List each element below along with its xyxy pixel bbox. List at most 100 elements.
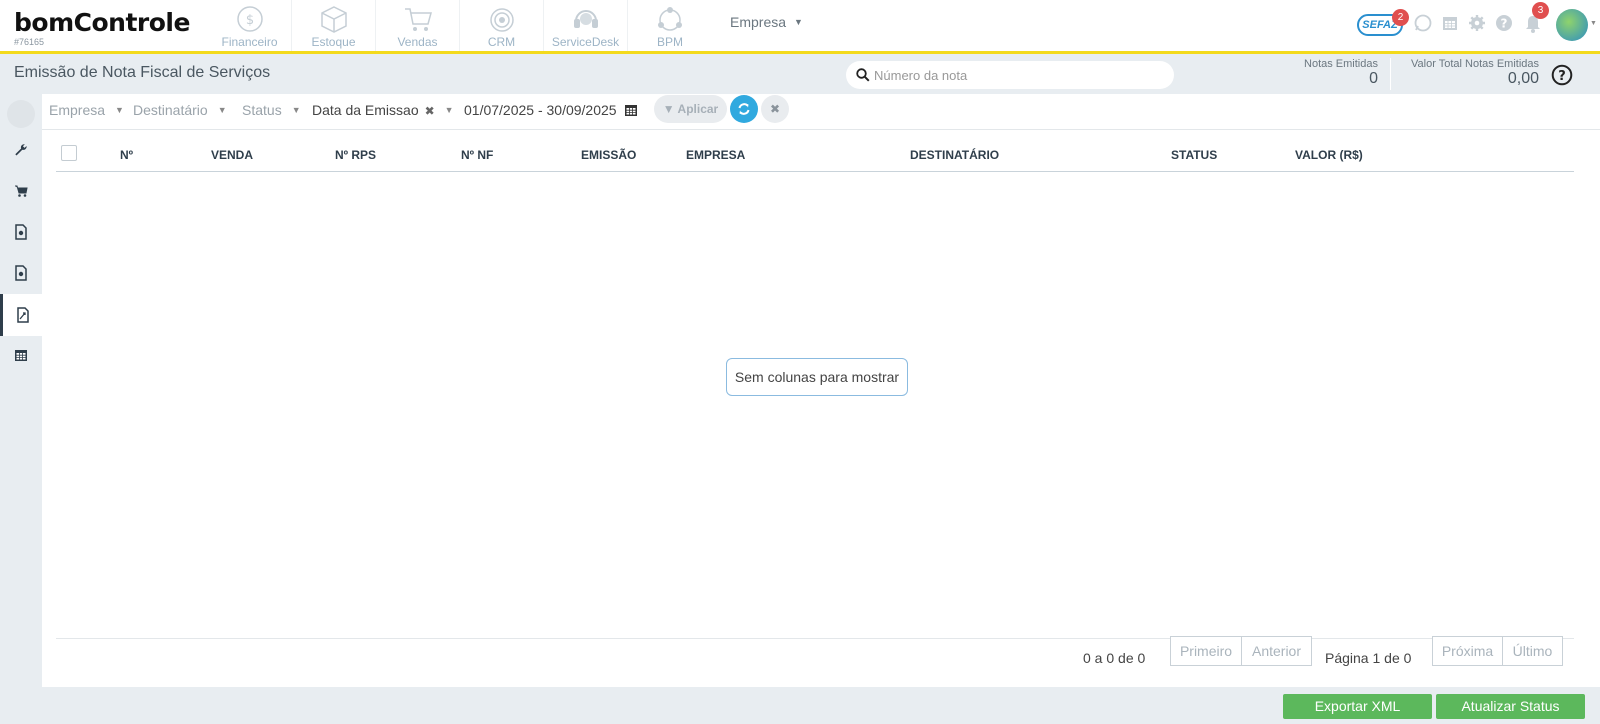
module-nav: $ Financeiro Estoque Vendas CRM ServiceD… bbox=[208, 0, 712, 51]
invoice-icon bbox=[15, 224, 27, 240]
target-icon bbox=[489, 8, 514, 32]
company-dropdown[interactable]: Empresa ▼ bbox=[730, 14, 803, 30]
filter-label: Destinatário bbox=[133, 102, 208, 118]
calendar-icon[interactable] bbox=[1441, 14, 1459, 32]
main-panel: Empresa ▼ Destinatário ▼ Status ▼ Data da E… bbox=[42, 94, 1600, 687]
invoice-icon bbox=[15, 265, 27, 281]
cart-icon bbox=[15, 185, 28, 197]
help-circle-icon[interactable]: ? bbox=[1495, 14, 1513, 32]
caret-down-icon[interactable]: ▼ bbox=[1590, 20, 1597, 27]
column-header-nf[interactable]: Nº NF bbox=[461, 148, 493, 162]
user-avatar[interactable] bbox=[1556, 9, 1588, 41]
stat-value: 0 bbox=[1369, 70, 1378, 87]
select-all-checkbox[interactable] bbox=[61, 145, 77, 161]
column-header-venda[interactable]: VENDA bbox=[211, 148, 253, 162]
left-sidebar bbox=[0, 94, 42, 724]
column-header-destinatario[interactable]: DESTINATÁRIO bbox=[910, 148, 999, 162]
sidebar-item-settings[interactable] bbox=[0, 129, 42, 171]
headset-icon bbox=[573, 10, 598, 28]
column-header-empresa[interactable]: EMPRESA bbox=[686, 148, 745, 162]
whatsapp-icon[interactable] bbox=[1414, 14, 1432, 32]
table-header: Nº VENDA Nº RPS Nº NF EMISSÃO EMPRESA DE… bbox=[56, 134, 1574, 172]
stat-label: Notas Emitidas bbox=[1304, 58, 1378, 70]
clear-filters-button[interactable]: ✖ bbox=[761, 95, 789, 123]
search-box bbox=[846, 61, 1174, 89]
clear-filter-icon[interactable]: ✖ bbox=[425, 104, 435, 118]
company-dropdown-label: Empresa bbox=[730, 14, 787, 30]
sidebar-item-vendas[interactable] bbox=[0, 170, 42, 212]
caret-down-icon: ▼ bbox=[115, 105, 124, 115]
module-servicedesk[interactable]: ServiceDesk bbox=[544, 0, 628, 51]
caret-down-icon: ▼ bbox=[217, 105, 227, 115]
previous-page-button[interactable]: Anterior bbox=[1241, 636, 1312, 666]
module-label: Financeiro bbox=[221, 35, 278, 49]
svg-text:?: ? bbox=[1501, 17, 1508, 31]
filter-empresa[interactable]: Empresa ▼ bbox=[49, 102, 124, 118]
sidebar-item-nfe[interactable] bbox=[0, 211, 42, 253]
refresh-button[interactable] bbox=[730, 95, 758, 123]
stat-valor-total: Valor Total Notas Emitidas 0,00 bbox=[1396, 58, 1539, 88]
module-crm[interactable]: CRM bbox=[460, 0, 544, 51]
record-count: 0 a 0 de 0 bbox=[1083, 650, 1146, 666]
sidebar-toggle[interactable] bbox=[7, 100, 35, 128]
caret-down-icon: ▼ bbox=[291, 105, 301, 115]
svg-text:$: $ bbox=[245, 13, 253, 28]
next-page-button[interactable]: Próxima bbox=[1432, 636, 1503, 666]
brand-logo[interactable]: bomControle bbox=[14, 8, 190, 37]
stat-notas-emitidas: Notas Emitidas 0 bbox=[1290, 58, 1378, 88]
column-header-rps[interactable]: Nº RPS bbox=[335, 148, 376, 162]
date-range-field[interactable]: 01/07/2025 - 30/09/2025 bbox=[464, 102, 638, 118]
close-icon: ✖ bbox=[769, 102, 781, 116]
calendar-icon bbox=[15, 350, 27, 361]
apply-filter-button[interactable]: ▼ Aplicar bbox=[654, 95, 727, 123]
page-info: Página 1 de 0 bbox=[1325, 650, 1412, 666]
filter-data-emissao[interactable]: Data da Emissao ✖ ▼ bbox=[312, 102, 454, 118]
empty-table-message: Sem colunas para mostrar bbox=[726, 358, 908, 396]
column-header-status[interactable]: STATUS bbox=[1171, 148, 1217, 162]
column-header-emissao[interactable]: EMISSÃO bbox=[581, 148, 636, 162]
search-input[interactable] bbox=[874, 65, 1164, 85]
filter-label: Empresa bbox=[49, 102, 106, 118]
sefaz-count-badge: 2 bbox=[1392, 9, 1409, 26]
column-header-valor[interactable]: VALOR (R$) bbox=[1295, 148, 1363, 162]
service-invoice-icon bbox=[16, 307, 29, 323]
sidebar-item-nfse[interactable] bbox=[0, 294, 42, 336]
module-bpm[interactable]: BPM bbox=[628, 0, 712, 51]
filter-label: Data da Emissao bbox=[312, 102, 419, 118]
stat-value: 0,00 bbox=[1507, 70, 1539, 87]
filter-icon: ▼ bbox=[662, 102, 678, 116]
gear-icon[interactable] bbox=[1468, 14, 1486, 32]
module-vendas[interactable]: Vendas bbox=[376, 0, 460, 51]
first-page-button[interactable]: Primeiro bbox=[1170, 636, 1242, 666]
help-icon[interactable]: ? bbox=[1551, 64, 1573, 86]
filter-bar: Empresa ▼ Destinatário ▼ Status ▼ Data da E… bbox=[42, 94, 1600, 130]
module-label: Estoque bbox=[311, 35, 356, 49]
filter-destinatario[interactable]: Destinatário ▼ bbox=[133, 102, 227, 118]
dollar-circle-icon: $ bbox=[236, 6, 263, 32]
search-icon bbox=[856, 68, 870, 82]
module-estoque[interactable]: Estoque bbox=[292, 0, 376, 51]
box-icon bbox=[320, 6, 347, 33]
export-xml-button[interactable]: Exportar XML bbox=[1283, 694, 1432, 719]
column-header-numero[interactable]: Nº bbox=[120, 148, 133, 162]
cart-icon bbox=[404, 8, 432, 31]
accent-bar bbox=[0, 51, 1600, 54]
page-title: Emissão de Nota Fiscal de Serviços bbox=[14, 64, 271, 81]
calendar-icon bbox=[625, 105, 638, 116]
last-page-button[interactable]: Último bbox=[1502, 636, 1563, 666]
module-financeiro[interactable]: $ Financeiro bbox=[208, 0, 292, 51]
caret-down-icon: ▼ bbox=[794, 17, 803, 27]
module-label: Vendas bbox=[397, 35, 438, 49]
account-id: #76165 bbox=[14, 37, 45, 47]
stat-label: Valor Total Notas Emitidas bbox=[1411, 58, 1539, 70]
date-range-value: 01/07/2025 - 30/09/2025 bbox=[464, 102, 617, 118]
sidebar-item-calendar[interactable] bbox=[0, 334, 42, 376]
filter-status[interactable]: Status ▼ bbox=[242, 102, 301, 118]
update-status-button[interactable]: Atualizar Status bbox=[1436, 694, 1585, 719]
table-footer-divider bbox=[56, 638, 1574, 639]
stat-divider bbox=[1390, 58, 1391, 90]
svg-text:?: ? bbox=[1558, 69, 1566, 84]
filter-label: Status bbox=[242, 102, 282, 118]
sidebar-item-nfce[interactable] bbox=[0, 252, 42, 294]
process-icon bbox=[658, 7, 682, 31]
